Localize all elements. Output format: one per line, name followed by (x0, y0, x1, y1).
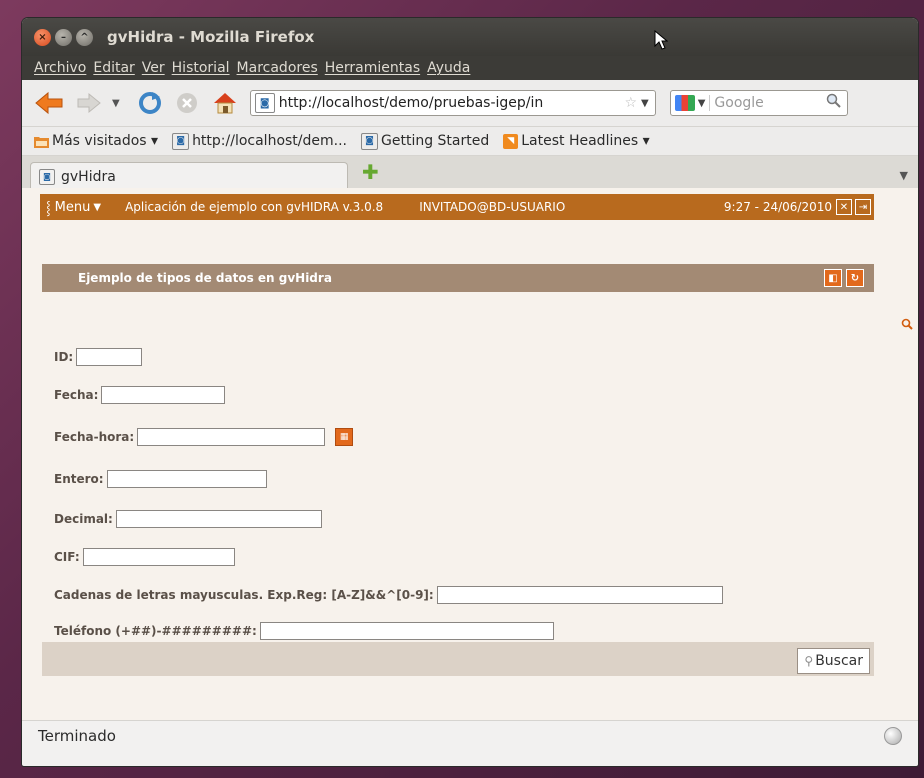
search-icon: ⚲ (804, 654, 814, 668)
minimize-window-icon[interactable]: – (55, 28, 72, 46)
panel-header: Ejemplo de tipos de datos en gvHidra ◧ ↻ (42, 264, 874, 292)
close-app-icon[interactable]: ✕ (836, 199, 852, 215)
search-sidetab[interactable] (896, 318, 918, 362)
page-icon: ◙ (172, 132, 190, 150)
engine-dropdown-icon[interactable]: ▼ (698, 98, 706, 109)
tab-list-icon[interactable]: ▼ (900, 169, 908, 182)
field-fecha-hora: Fecha-hora: ▦ (54, 428, 354, 446)
bookmark-getting-started[interactable]: ◙ Getting Started (361, 132, 489, 150)
navigation-toolbar: ▼ ◙ http://localhost/demo/pruebas-igep/i… (22, 80, 918, 127)
window-title: gvHidra - Mozilla Firefox (107, 28, 315, 46)
url-dropdown-icon[interactable]: ▼ (641, 98, 649, 109)
status-bar: Terminado (22, 720, 918, 751)
field-entero: Entero: (54, 470, 267, 488)
telefono-input[interactable] (259, 622, 554, 640)
maximize-window-icon[interactable]: ^ (76, 28, 93, 46)
form-footer: ⚲ Buscar (42, 642, 874, 676)
bookmarks-toolbar: Más visitados ▾ ◙ http://localhost/dem..… (22, 127, 918, 156)
user-label: INVITADO@BD-USUARIO (419, 200, 566, 214)
folder-icon (34, 134, 49, 149)
menu-ayuda[interactable]: Ayuda (427, 60, 470, 76)
field-cadenas: Cadenas de letras mayusculas. Exp.Reg: [… (54, 586, 723, 604)
menu-ver[interactable]: Ver (142, 60, 165, 76)
stop-icon (176, 93, 197, 113)
cadenas-input[interactable] (436, 586, 723, 604)
stop-button[interactable] (176, 92, 198, 114)
search-icon[interactable] (826, 93, 842, 113)
history-dropdown[interactable]: ▼ (112, 98, 120, 109)
menu-bar: Archivo Editar Ver Historial Marcadores … (22, 56, 918, 80)
site-identity-icon[interactable]: ◙ (254, 93, 275, 113)
google-engine-icon[interactable] (674, 95, 695, 111)
new-document-icon[interactable]: ◧ (824, 269, 842, 287)
app-header: ⸾ Menu ▼ Aplicación de ejemplo con gvHID… (40, 194, 874, 220)
fecha-hora-input[interactable] (137, 428, 326, 446)
rss-icon: ◥ (503, 133, 519, 149)
app-menu-button[interactable]: ⸾ Menu ▼ (46, 198, 102, 217)
app-name: Aplicación de ejemplo con gvHIDRA v.3.0.… (125, 200, 384, 214)
browser-window: × – ^ gvHidra - Mozilla Firefox Archivo … (22, 18, 918, 766)
calendar-icon[interactable]: ▦ (335, 428, 354, 446)
back-arrow-icon (35, 91, 63, 115)
reload-icon (138, 92, 161, 114)
back-button[interactable] (34, 91, 64, 115)
tab-label: gvHidra (61, 168, 116, 185)
field-id: ID: (54, 348, 143, 366)
refresh-icon[interactable]: ↻ (846, 269, 864, 287)
url-text[interactable]: http://localhost/demo/pruebas-igep/in (279, 95, 625, 111)
field-cif: CIF: (54, 548, 235, 566)
logout-icon[interactable]: ⇥ (855, 199, 871, 215)
field-fecha: Fecha: (54, 386, 226, 404)
bookmark-localhost[interactable]: ◙ http://localhost/dem... (172, 132, 347, 150)
cif-input[interactable] (82, 548, 235, 566)
tab-gvhidra[interactable]: ◙ gvHidra (30, 162, 348, 190)
menu-marcadores[interactable]: Marcadores (237, 60, 318, 76)
field-telefono: Teléfono (+##)-#########: (54, 622, 554, 640)
entero-input[interactable] (106, 470, 267, 488)
buscar-button[interactable]: ⚲ Buscar (797, 648, 870, 674)
status-indicator-icon (884, 727, 902, 745)
search-icon (901, 318, 913, 362)
reload-button[interactable] (138, 91, 162, 115)
chevron-down-icon: ▼ (93, 201, 102, 213)
decimal-input[interactable] (115, 510, 322, 528)
menu-herramientas[interactable]: Herramientas (325, 60, 420, 76)
forward-button[interactable] (76, 92, 102, 114)
search-placeholder[interactable]: Google (709, 95, 825, 111)
title-bar: × – ^ gvHidra - Mozilla Firefox (22, 18, 918, 56)
search-bar[interactable]: ▼ Google (669, 90, 848, 116)
status-text: Terminado (38, 727, 116, 745)
home-icon (213, 93, 236, 114)
close-window-icon[interactable]: × (34, 28, 51, 46)
bookmark-mas-visitados[interactable]: Más visitados ▾ (34, 133, 158, 149)
menu-editar[interactable]: Editar (93, 60, 134, 76)
field-decimal: Decimal: (54, 510, 322, 528)
search-form: ID: Fecha: Fecha-hora: ▦ Entero: Decimal… (42, 292, 874, 752)
page-icon: ◙ (39, 168, 55, 185)
id-input[interactable] (76, 348, 143, 366)
bookmark-star-icon[interactable]: ☆ (624, 95, 637, 111)
datetime: 9:27 - 24/06/2010 (723, 200, 832, 214)
url-bar[interactable]: ◙ http://localhost/demo/pruebas-igep/in … (249, 90, 656, 116)
panel-title: Ejemplo de tipos de datos en gvHidra (78, 271, 332, 285)
page-icon: ◙ (361, 132, 378, 150)
page-content: ⸾ Menu ▼ Aplicación de ejemplo con gvHID… (22, 188, 918, 720)
fecha-input[interactable] (101, 386, 226, 404)
menu-historial[interactable]: Historial (172, 60, 230, 76)
menu-archivo[interactable]: Archivo (34, 60, 86, 76)
bookmark-latest-headlines[interactable]: ◥ Latest Headlines ▾ (503, 133, 650, 149)
menu-grip-icon: ⸾ (46, 201, 51, 216)
new-tab-icon[interactable]: ✚ (362, 160, 379, 184)
home-button[interactable] (212, 91, 238, 115)
tab-bar: ◙ gvHidra ✚ ▼ (22, 156, 918, 191)
forward-arrow-icon (77, 92, 101, 114)
mouse-pointer-icon (654, 30, 668, 50)
